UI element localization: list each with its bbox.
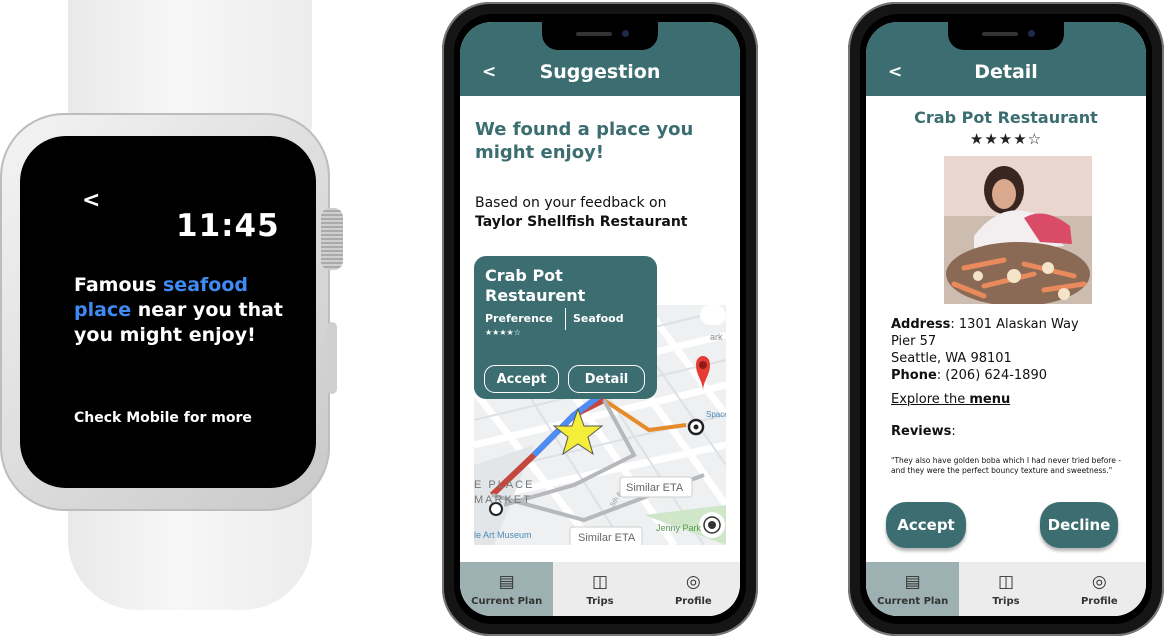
watch-back-button[interactable]: < (82, 188, 100, 213)
map-label-place: E PLACE (474, 479, 534, 491)
suggestion-headline: We found a place you might enjoy! (475, 119, 694, 163)
tab-label: Trips (992, 595, 1020, 607)
phone-detail: < Detail Crab Pot Restaurant ★★★★☆ Addre… (848, 2, 1164, 636)
restaurant-info: Address: 1301 Alaskan Way Pier 57 Seattl… (891, 316, 1131, 384)
suggestion-basis: Based on your feedback on Taylor Shellfi… (475, 194, 725, 232)
tab-label: Current Plan (471, 595, 543, 607)
tab-label: Trips (586, 595, 614, 607)
map-label-market: MARKET (474, 494, 532, 506)
tab-label: Profile (1080, 595, 1118, 607)
phone-line: Phone: (206) 624-1890 (891, 367, 1131, 384)
card-preference-label: Preference (485, 312, 553, 325)
phone-notch (542, 22, 658, 50)
card-category: Seafood (573, 312, 624, 325)
tab-profile[interactable]: ◎ Profile (1053, 562, 1146, 616)
page-title: Detail (974, 61, 1038, 83)
tab-label: Current Plan (877, 595, 949, 607)
tab-bar: ▤ Current Plan ◫ Trips ◎ Profile (460, 562, 740, 616)
menu-link[interactable]: menu (969, 392, 1010, 407)
speaker (982, 32, 1018, 36)
map-label-jenny-park: Jenny Park (656, 523, 702, 533)
speaker (576, 32, 612, 36)
tab-label: Profile (674, 595, 712, 607)
based-on-text: Based on your feedback on (475, 195, 667, 211)
camera (1028, 30, 1035, 37)
map-label-park: ark (710, 332, 723, 342)
address-value: : 1301 Alaskan Way (950, 317, 1079, 332)
suitcase-icon: ◫ (591, 571, 609, 592)
camera (622, 30, 629, 37)
address-line-3: Seattle, WA 98101 (891, 351, 1012, 366)
clipboard-icon: ▤ (904, 571, 921, 592)
source-restaurant: Taylor Shellfish Restaurant (475, 214, 688, 230)
suitcase-icon: ◫ (997, 571, 1015, 592)
phone-value: : (206) 624-1890 (936, 368, 1047, 383)
explore-prefix: Explore the (891, 392, 970, 407)
detail-button[interactable]: Detail (568, 365, 645, 393)
phone-label: Phone (891, 368, 937, 383)
tab-trips[interactable]: ◫ Trips (553, 562, 646, 616)
watch-message-start: Famous (74, 274, 163, 296)
photo-graphic (944, 156, 1092, 304)
reviews-colon: : (951, 424, 956, 439)
decline-button[interactable]: Decline (1040, 502, 1118, 548)
page-title: Suggestion (539, 61, 661, 83)
rating-stars: ★★★★☆ (969, 130, 1043, 148)
watch-notification-message: Famous seafood place near you that you m… (74, 273, 284, 348)
watch-crown[interactable] (321, 208, 343, 270)
suggestion-screen: < Suggestion We found a place you might … (460, 22, 740, 616)
review-quote: "They also have golden boba which I had … (891, 456, 1121, 475)
reviews-heading: Reviews: (891, 424, 956, 439)
accept-button[interactable]: Accept (484, 365, 559, 393)
detail-screen: < Detail Crab Pot Restaurant ★★★★☆ Addre… (866, 22, 1146, 616)
watch-time: 11:45 (176, 208, 280, 244)
eta-label-2: Similar ETA (578, 532, 636, 544)
clipboard-icon: ▤ (498, 571, 515, 592)
explore-menu-link[interactable]: Explore the menu (891, 392, 1010, 407)
tab-trips[interactable]: ◫ Trips (959, 562, 1052, 616)
watch-side-button[interactable] (327, 322, 337, 394)
eta-label-1: Similar ETA (626, 482, 684, 494)
tab-current-plan[interactable]: ▤ Current Plan (460, 562, 554, 616)
restaurant-photo (944, 156, 1092, 304)
watch-check-mobile-link[interactable]: Check Mobile for more (74, 410, 252, 426)
address-line-2: Pier 57 (891, 334, 937, 349)
profile-icon: ◎ (685, 571, 701, 592)
reviews-label: Reviews (891, 424, 952, 439)
restaurant-name: Crab Pot Restaurant (914, 108, 1098, 127)
suggestion-card: Crab Pot Restaurent Preference Seafood ★… (474, 256, 657, 399)
card-restaurant-name: Crab Pot Restaurent (485, 266, 586, 305)
card-rating-stars: ★★★★☆ (485, 328, 521, 337)
map-label-museum: le Art Museum (474, 530, 532, 540)
profile-icon: ◎ (1091, 571, 1107, 592)
accept-button[interactable]: Accept (886, 502, 966, 548)
phone-notch (948, 22, 1064, 50)
phone-suggestion: < Suggestion We found a place you might … (442, 2, 758, 636)
tab-current-plan[interactable]: ▤ Current Plan (866, 562, 960, 616)
tab-profile[interactable]: ◎ Profile (647, 562, 740, 616)
map-label-space-needle: Space Needle (706, 410, 726, 419)
card-divider (565, 308, 566, 330)
address-line-1: Address: 1301 Alaskan Way (891, 316, 1131, 333)
address-label: Address (891, 317, 951, 332)
tab-bar: ▤ Current Plan ◫ Trips ◎ Profile (866, 562, 1146, 616)
